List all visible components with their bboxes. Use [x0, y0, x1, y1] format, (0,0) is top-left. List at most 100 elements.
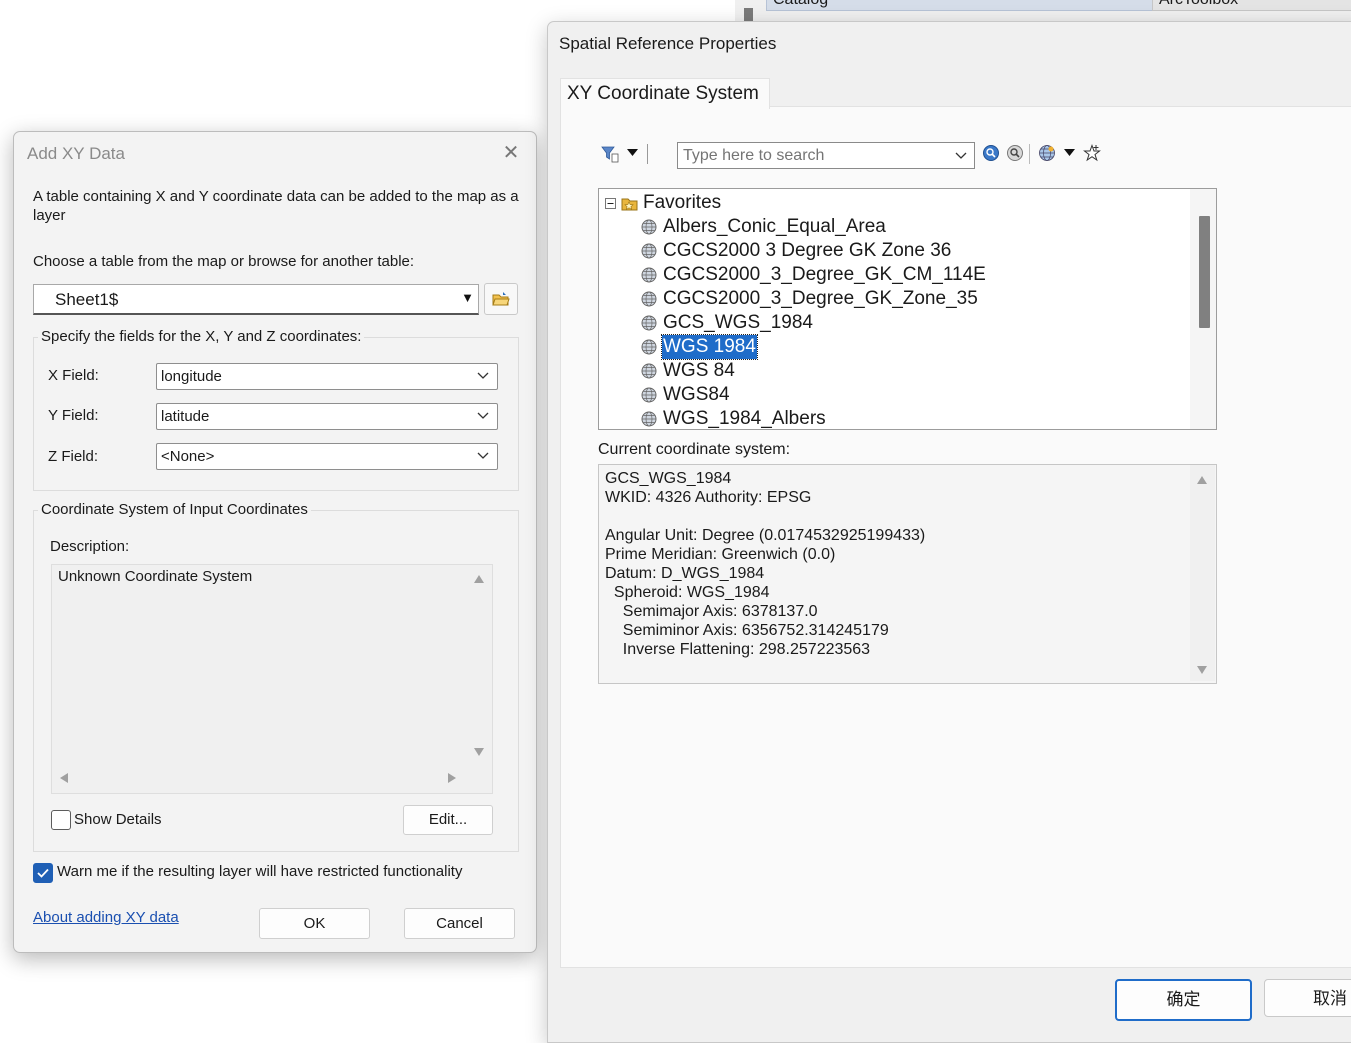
current-cs-scrollbar[interactable] — [1190, 465, 1215, 681]
search-input[interactable] — [681, 144, 955, 167]
description-horizontal-scrollbar[interactable] — [52, 765, 492, 792]
globe-icon — [641, 243, 657, 259]
tree-item[interactable]: WGS 84 — [599, 359, 1189, 383]
toolbar-separator — [647, 144, 648, 164]
z-field-select[interactable]: <None> — [156, 443, 498, 470]
search-icon[interactable] — [982, 144, 1000, 162]
choose-table-label: Choose a table from the map or browse fo… — [33, 253, 415, 270]
checkmark-icon — [37, 868, 49, 878]
confirm-button[interactable]: 确定 — [1115, 979, 1252, 1021]
tree-item[interactable]: CGCS2000_3_Degree_GK_Zone_35 — [599, 287, 1189, 311]
x-field-select[interactable]: longitude — [156, 363, 498, 390]
tree-item-selected[interactable]: WGS 1984 — [599, 334, 1189, 360]
add-to-favorites-icon[interactable] — [1083, 144, 1101, 162]
y-field-label: Y Field: — [48, 407, 99, 424]
tab-xy-coordinate-system[interactable]: XY Coordinate System — [560, 78, 770, 109]
current-cs-line: Semimajor Axis: 6378137.0 — [605, 603, 818, 620]
current-cs-line: Datum: D_WGS_1984 — [605, 565, 765, 582]
catalog-tab[interactable]: Catalog — [766, 0, 1156, 11]
current-cs-line: WKID: 4326 Authority: EPSG — [605, 489, 812, 506]
globe-icon[interactable] — [1038, 144, 1056, 162]
tree-item-label: WGS 84 — [663, 360, 735, 381]
y-field-value: latitude — [161, 408, 210, 425]
scroll-down-arrow-icon[interactable] — [1197, 666, 1207, 674]
globe-icon — [641, 387, 657, 403]
arctoolbox-tab-label: ArcToolbox — [1159, 0, 1238, 8]
filter-icon[interactable] — [601, 145, 619, 163]
globe-icon — [641, 219, 657, 235]
scroll-down-arrow-icon[interactable] — [474, 748, 484, 756]
ok-button[interactable]: OK — [259, 908, 370, 939]
tree-item[interactable]: CGCS2000 3 Degree GK Zone 36 — [599, 239, 1189, 263]
chevron-down-icon — [477, 412, 489, 419]
scroll-right-arrow-icon[interactable] — [448, 773, 456, 783]
tree-item[interactable]: WGS_1984_Albers — [599, 407, 1189, 429]
table-dropdown[interactable]: Sheet1$ ▼ — [33, 284, 479, 315]
description-value: Unknown Coordinate System — [58, 568, 253, 585]
scroll-up-arrow-icon[interactable] — [474, 575, 484, 583]
globe-icon — [641, 315, 657, 331]
z-field-label: Z Field: — [48, 448, 99, 465]
cancel-button[interactable]: Cancel — [404, 908, 515, 939]
tree-item-label: WGS 1984 — [661, 334, 758, 360]
current-coordinate-system-box: GCS_WGS_1984 WKID: 4326 Authority: EPSG … — [598, 464, 1217, 684]
cancel-button[interactable]: 取消 — [1264, 979, 1351, 1017]
tree-item[interactable]: CGCS2000_3_Degree_GK_CM_114E — [599, 263, 1189, 287]
dropdown-arrow-icon[interactable] — [627, 149, 638, 157]
toolbar-separator — [1029, 144, 1030, 164]
tree-item-label: WGS84 — [663, 384, 730, 405]
current-cs-line: Semiminor Axis: 6356752.314245179 — [605, 622, 889, 639]
edit-button[interactable]: Edit... — [403, 805, 493, 835]
tree-vertical-scrollbar[interactable] — [1190, 189, 1216, 429]
tree-node-favorites[interactable]: Favorites — [599, 191, 1189, 215]
chevron-down-icon — [477, 452, 489, 459]
globe-icon — [641, 291, 657, 307]
about-adding-xy-link[interactable]: About adding XY data — [33, 909, 179, 926]
y-field-select[interactable]: latitude — [156, 403, 498, 430]
dialog-title: Spatial Reference Properties — [559, 34, 777, 53]
current-cs-line: Inverse Flattening: 298.257223563 — [605, 641, 871, 658]
tree-item-label: CGCS2000 3 Degree GK Zone 36 — [663, 240, 952, 261]
description-label: Description: — [50, 538, 130, 555]
chevron-down-icon[interactable] — [955, 152, 967, 160]
current-cs-line: Angular Unit: Degree (0.0174532925199433… — [605, 527, 926, 544]
current-coordinate-system-label: Current coordinate system: — [598, 441, 791, 458]
tree-item-label: Albers_Conic_Equal_Area — [663, 216, 886, 237]
description-vertical-scrollbar[interactable] — [467, 565, 492, 763]
current-cs-line: Prime Meridian: Greenwich (0.0) — [605, 546, 836, 563]
coordinate-search-box[interactable] — [677, 142, 975, 169]
arctoolbox-tab[interactable]: ArcToolbox — [1152, 0, 1351, 11]
x-field-label: X Field: — [48, 367, 99, 384]
warn-restricted-checkbox[interactable] — [33, 863, 53, 883]
table-dropdown-value: Sheet1$ — [55, 290, 119, 309]
background-scrollbar — [744, 8, 753, 22]
show-details-label: Show Details — [74, 811, 162, 828]
current-cs-line: GCS_WGS_1984 — [605, 470, 732, 487]
close-icon[interactable]: ✕ — [500, 142, 522, 164]
browse-button[interactable] — [484, 283, 518, 315]
x-field-value: longitude — [161, 368, 222, 385]
scroll-left-arrow-icon[interactable] — [60, 773, 68, 783]
add-xy-data-dialog: Add XY Data ✕ A table containing X and Y… — [13, 131, 537, 953]
intro-text: A table containing X and Y coordinate da… — [33, 188, 519, 224]
chevron-down-icon — [477, 372, 489, 379]
z-field-value: <None> — [161, 448, 215, 465]
catalog-tab-label: Catalog — [773, 0, 828, 8]
tree-item[interactable]: GCS_WGS_1984 — [599, 311, 1189, 335]
description-box: Unknown Coordinate System — [51, 564, 493, 794]
coordinate-system-tree[interactable]: Favorites Albers_Conic_Equal_Area CGCS20… — [598, 188, 1217, 430]
globe-icon — [641, 411, 657, 427]
collapse-icon[interactable] — [605, 198, 616, 209]
tree-item-label: GCS_WGS_1984 — [663, 312, 813, 333]
clear-search-icon[interactable] — [1006, 144, 1024, 162]
tree-item-label: CGCS2000_3_Degree_GK_CM_114E — [663, 264, 986, 285]
scroll-up-arrow-icon[interactable] — [1197, 476, 1207, 484]
current-cs-line: Spheroid: WGS_1984 — [605, 584, 770, 601]
show-details-checkbox[interactable] — [51, 810, 71, 830]
tree-item-label: WGS_1984_Albers — [663, 408, 826, 429]
dropdown-arrow-icon[interactable] — [1064, 149, 1075, 157]
tree-item[interactable]: Albers_Conic_Equal_Area — [599, 215, 1189, 239]
tree-item[interactable]: WGS84 — [599, 383, 1189, 407]
tree-scroll-thumb[interactable] — [1199, 216, 1210, 328]
globe-icon — [641, 339, 657, 355]
